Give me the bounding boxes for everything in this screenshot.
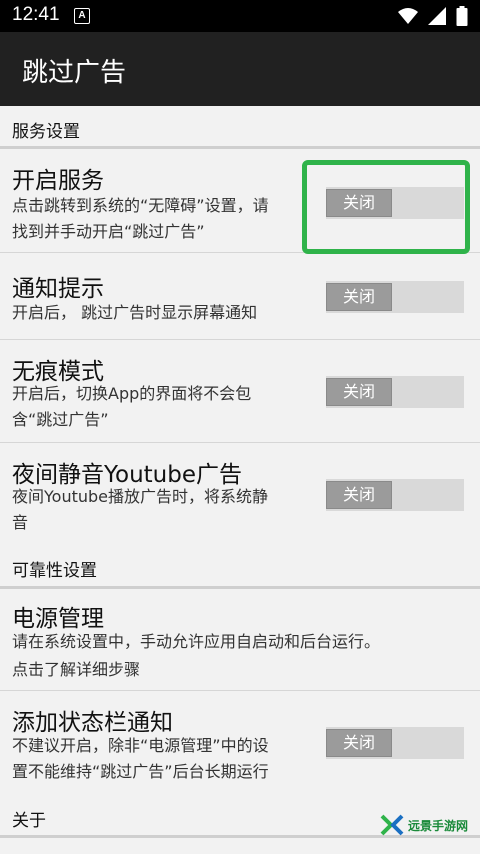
- setting-summary: 找到并手动开启“跳过广告”: [12, 222, 205, 241]
- section-header-service: 服务设置: [0, 106, 480, 146]
- setting-power-management[interactable]: 电源管理 请在系统设置中，手动允许应用自启动和后台运行。 点击了解详细步骤: [0, 589, 480, 689]
- watermark-text: 远景手游网: [407, 818, 468, 833]
- setting-incognito-mode[interactable]: 无痕模式 开启后，切换App的界面将不会包 含“跳过广告” 关闭: [0, 340, 480, 441]
- setting-night-mute-youtube[interactable]: 夜间静音Youtube广告 夜间Youtube播放广告时，将系统静 音 关闭: [0, 443, 480, 544]
- app-bar: 跳过广告: [0, 32, 480, 106]
- setting-summary: 置不能维持“跳过广告”后台长期运行: [12, 762, 269, 781]
- setting-summary: 点击跳转到系统的“无障碍”设置，请: [12, 196, 269, 215]
- setting-status-bar-notification[interactable]: 添加状态栏通知 不建议开启，除非“电源管理”中的设 置不能维持“跳过广告”后台长…: [0, 691, 480, 791]
- setting-summary: 夜间Youtube播放广告时，将系统静: [12, 487, 268, 506]
- watermark: 远景手游网: [380, 814, 468, 836]
- setting-summary: 开启后， 跳过广告时显示屏幕通知: [12, 303, 258, 322]
- setting-summary: 点击了解详细步骤: [12, 660, 141, 679]
- battery-icon: [456, 6, 468, 26]
- toggle-knob: 关闭: [326, 283, 392, 311]
- section-title: 可靠性设置: [12, 561, 97, 581]
- watermark-logo-icon: [380, 814, 404, 836]
- status-bar-notification-toggle[interactable]: 关闭: [326, 727, 464, 759]
- night-mute-toggle[interactable]: 关闭: [326, 479, 464, 511]
- enable-service-toggle[interactable]: 关闭: [326, 187, 464, 219]
- section-title: 服务设置: [12, 122, 80, 142]
- setting-summary: 含“跳过广告”: [12, 410, 109, 429]
- notification-icon: A: [74, 8, 90, 24]
- setting-summary: 不建议开启，除非“电源管理”中的设: [12, 736, 269, 755]
- toggle-knob: 关闭: [326, 729, 392, 757]
- section-header-reliability: 可靠性设置: [0, 544, 480, 586]
- setting-summary: 请在系统设置中，手动允许应用自启动和后台运行。: [12, 632, 381, 651]
- toggle-knob: 关闭: [326, 378, 392, 406]
- setting-title: 电源管理: [12, 606, 104, 632]
- notification-hint-toggle[interactable]: 关闭: [326, 281, 464, 313]
- toggle-knob: 关闭: [326, 189, 392, 217]
- status-icons: [398, 6, 468, 26]
- section-title: 关于: [12, 811, 46, 831]
- incognito-toggle[interactable]: 关闭: [326, 376, 464, 408]
- status-bar: 12:41 A: [0, 0, 480, 32]
- setting-summary: 开启后，切换App的界面将不会包: [12, 384, 252, 403]
- setting-title: 开启服务: [12, 168, 104, 194]
- toggle-knob: 关闭: [326, 481, 392, 509]
- setting-summary: 音: [12, 513, 29, 532]
- setting-title: 添加状态栏通知: [12, 710, 173, 736]
- setting-enable-service[interactable]: 开启服务 点击跳转到系统的“无障碍”设置，请 找到并手动开启“跳过广告” 关闭: [0, 149, 480, 251]
- signal-icon: [428, 7, 446, 25]
- setting-notification-hint[interactable]: 通知提示 开启后， 跳过广告时显示屏幕通知 关闭: [0, 253, 480, 338]
- status-time: 12:41: [12, 4, 60, 25]
- app-title: 跳过广告: [22, 58, 127, 88]
- setting-title: 通知提示: [12, 276, 104, 302]
- wifi-icon: [398, 8, 418, 24]
